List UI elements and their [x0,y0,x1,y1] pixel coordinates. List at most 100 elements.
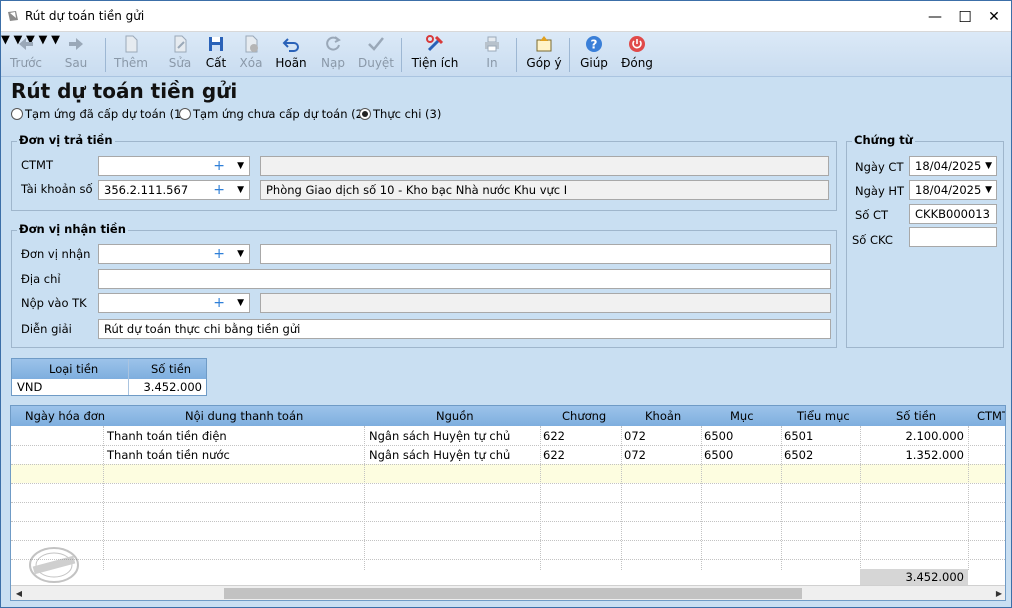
address-input[interactable] [98,269,831,289]
date-ct-label: Ngày CT [855,160,904,174]
radio-circle[interactable] [359,108,371,120]
chevron-down-icon[interactable]: ▼ [985,181,992,199]
new-row[interactable] [11,464,1005,483]
print-button[interactable]: In [479,34,505,74]
window-title: Rút dự toán tiền gửi [25,9,145,23]
tieumuc-cell[interactable]: 6502 [784,448,813,462]
khoan-cell[interactable]: 072 [624,448,646,462]
chevron-down-icon[interactable]: ▼ [237,181,244,199]
date-ht-picker[interactable]: 18/04/2025 ▼ [909,180,997,200]
printer-icon [485,36,499,52]
description-input[interactable]: Rút dự toán thực chi bằng tiền gửi [98,319,831,339]
minimize-button[interactable]: — [925,7,945,27]
toolbar-separator [516,38,517,72]
grid-vline [621,426,622,570]
chapter-cell[interactable]: 622 [543,429,565,443]
maximize-button[interactable]: ☐ [955,7,975,27]
ctmt-combo[interactable]: + ▼ [98,156,250,176]
delete-button[interactable]: Xóa [235,34,267,74]
back-button[interactable]: Trước [7,34,45,74]
col-amount[interactable]: Số tiền [896,409,936,423]
plus-icon[interactable]: + [213,245,225,263]
tieumuc-cell[interactable]: 6501 [784,429,813,443]
col-invoice-date[interactable]: Ngày hóa đơn [25,409,105,423]
muc-cell[interactable]: 6500 [704,429,733,443]
scroll-right-icon[interactable]: ▶ [992,587,1005,600]
col-khoan[interactable]: Khoản [645,409,681,423]
radio-advance-unallocated[interactable]: Tạm ứng chưa cấp dự toán (2) [179,107,367,121]
col-muc[interactable]: Mục [730,409,754,423]
app-icon [8,11,18,21]
col-chapter[interactable]: Chương [562,409,606,423]
grid-vline [364,426,365,570]
amount-cell[interactable]: 1.352.000 [905,448,964,462]
date-ht-label: Ngày HT [855,184,905,198]
amount-cell[interactable]: 2.100.000 [905,429,964,443]
close-button[interactable]: Đóng [619,34,655,74]
power-icon [629,36,645,52]
so-ct-label: Số CT [855,208,889,222]
date-ct-picker[interactable]: 18/04/2025 ▼ [909,156,997,176]
checkmark-icon [368,37,384,51]
payee-unit-combo[interactable]: + ▼ [98,244,250,264]
radio-actual-spending[interactable]: Thực chi (3) [359,107,441,121]
reload-button[interactable]: Nạp [317,34,349,74]
col-ctmt[interactable]: CTMT [977,409,1005,423]
undo-icon [282,38,299,52]
muc-cell[interactable]: 6500 [704,448,733,462]
so-ct-input[interactable]: CKKB000013 [909,204,997,224]
chevron-down-icon[interactable]: ▼ [237,245,244,263]
radio-advance-allocated[interactable]: Tạm ứng đã cấp dự toán (1) [11,107,186,121]
radio-circle[interactable] [11,108,23,120]
utilities-button[interactable]: Tiện ích [411,34,459,74]
new-document-icon [125,35,138,53]
plus-icon[interactable]: + [213,157,225,175]
chapter-cell[interactable]: 622 [543,448,565,462]
next-button[interactable]: Sau [58,34,94,74]
feedback-button[interactable]: Góp ý [525,34,563,74]
grid-hline [11,502,1005,503]
currency-cell[interactable]: VND [17,380,42,394]
col-payment-content[interactable]: Nội dung thanh toán [185,409,303,423]
undo-button[interactable]: Hoãn [273,34,309,74]
payee-unit-description[interactable] [260,244,831,264]
payer-account-combo[interactable]: 356.2.111.567 + ▼ [98,180,250,200]
scroll-left-icon[interactable]: ◀ [12,587,26,600]
horizontal-scrollbar[interactable]: ◀ ▶ [11,585,1005,600]
grid-hline [11,521,1005,522]
amount-cell[interactable]: 3.452.000 [143,380,202,394]
khoan-cell[interactable]: 072 [624,429,646,443]
grid-hline [11,540,1005,541]
approve-button[interactable]: Duyệt [357,34,395,74]
refresh-icon [326,36,341,51]
toolbar: Trước ▼ Sau ▼ Thêm ▼ Sửa Cất Xóa Hoãn Nạ… [1,32,1011,77]
so-ckc-input[interactable] [909,227,997,247]
col-source[interactable]: Nguồn [436,409,474,423]
grid-vline [860,426,861,570]
radio-circle[interactable] [179,108,191,120]
payee-unit-label: Đơn vị nhận [21,247,91,261]
plus-icon[interactable]: + [213,181,225,199]
help-icon: ? [586,36,602,52]
payer-group [11,141,837,211]
grid-total: 3.452.000 [860,569,968,586]
col-tieumuc[interactable]: Tiểu mục [797,409,850,423]
chevron-down-icon[interactable]: ▼ [237,294,244,312]
close-window-button[interactable]: ✕ [984,7,1004,27]
grid-vline [968,426,969,570]
add-button[interactable]: Thêm [113,34,149,74]
scrollbar-thumb[interactable] [224,588,802,599]
chevron-down-icon[interactable]: ▼ [985,157,992,175]
source-cell[interactable]: Ngân sách Huyện tự chủ [369,448,510,462]
chevron-down-icon[interactable]: ▼ [237,157,244,175]
help-button[interactable]: ? Giúp [577,34,611,74]
edit-button[interactable]: Sửa [165,34,195,74]
source-cell[interactable]: Ngân sách Huyện tự chủ [369,429,510,443]
payee-account-combo[interactable]: + ▼ [98,293,250,313]
plus-icon[interactable]: + [213,294,225,312]
payer-account-description: Phòng Giao dịch số 10 - Kho bạc Nhà nước… [260,180,829,200]
content-cell[interactable]: Thanh toán tiền điện [107,429,227,443]
amount-header: Số tiền [151,362,192,376]
save-button[interactable]: Cất [201,34,231,74]
content-cell[interactable]: Thanh toán tiền nước [107,448,230,462]
